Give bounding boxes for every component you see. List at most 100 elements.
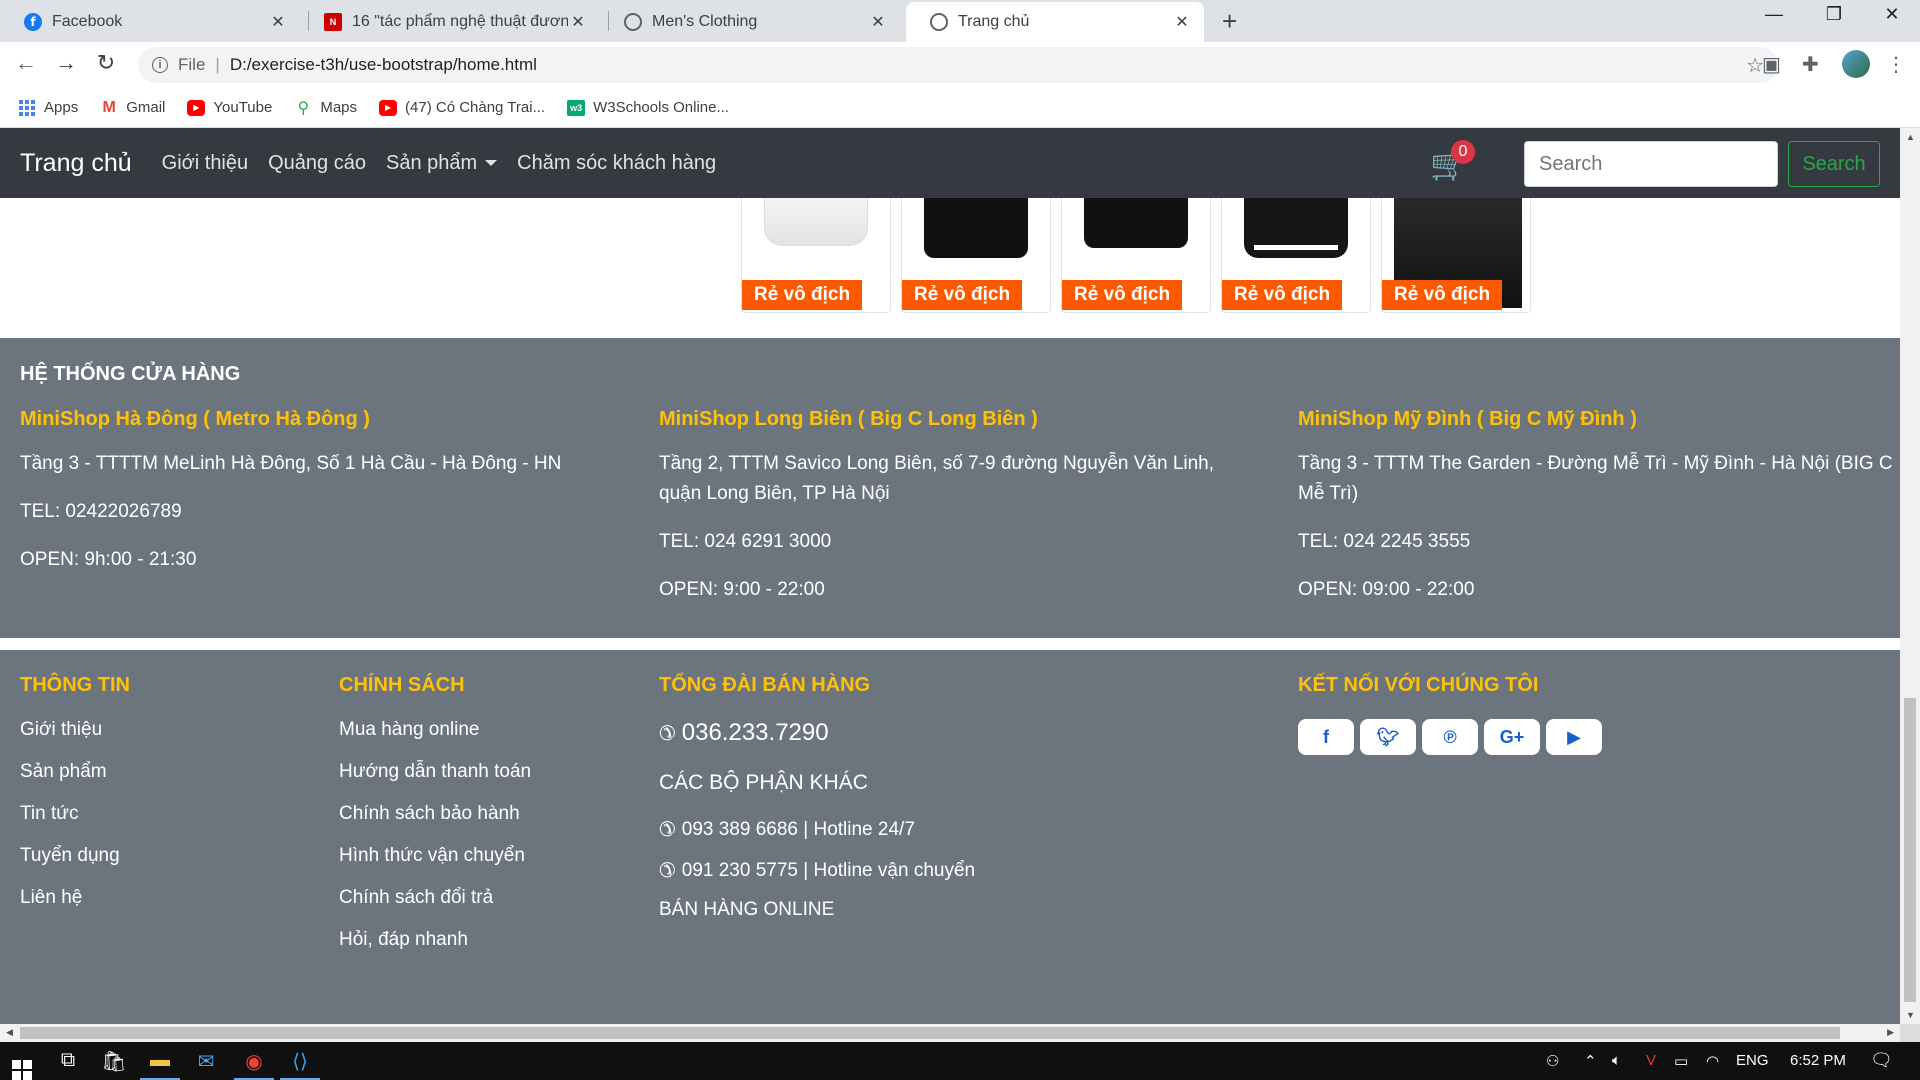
footer-link[interactable]: Hỏi, đáp nhanh (339, 929, 531, 951)
minimize-icon[interactable]: — (1754, 4, 1794, 25)
product-card[interactable]: Rẻ vô địch (901, 198, 1051, 313)
product-card[interactable]: Rẻ vô địch (1381, 198, 1531, 313)
product-card[interactable]: Rẻ vô địch (1061, 198, 1211, 313)
store-icon[interactable]: 🛍︎ (94, 1049, 134, 1074)
footer-heading: KẾT NỐI VỚI CHÚNG TÔI (1298, 674, 1539, 696)
store-address: Tầng 2, TTTM Savico Long Biên, số 7-9 đư… (659, 453, 1215, 504)
facebook-icon[interactable]: f (1298, 719, 1354, 755)
store-hours: OPEN: 9h:00 - 21:30 (20, 549, 197, 570)
browser-toolbar: ← → ↻ i File | D:/exercise-t3h/use-boots… (0, 42, 1920, 88)
footer-link[interactable]: Hình thức vận chuyển (339, 845, 531, 867)
bookmark-apps[interactable]: Apps (18, 99, 78, 116)
restore-icon[interactable]: ❐ (1814, 4, 1854, 25)
close-icon[interactable]: ✕ (868, 12, 888, 32)
navbar-brand[interactable]: Trang chủ (20, 149, 132, 178)
hotline-item[interactable]: ✆ 093 389 6686 | Hotline 24/7 (659, 817, 975, 842)
section-heading: HỆ THỐNG CỬA HÀNG (20, 363, 241, 385)
footer-link[interactable]: Giới thiệu (20, 719, 130, 741)
footer-link[interactable]: Tuyển dụng (20, 845, 130, 867)
extensions-icon[interactable]: ✚ (1802, 52, 1819, 77)
menu-kebab-icon[interactable]: ⋮ (1886, 52, 1906, 77)
bookmark-maps[interactable]: ⚲ Maps (294, 99, 357, 117)
bookmark-w3schools[interactable]: w3 W3Schools Online... (567, 99, 729, 116)
product-card[interactable]: Rẻ vô địch (1221, 198, 1371, 313)
footer-link[interactable]: Chính sách đổi trả (339, 887, 531, 909)
battery-icon[interactable]: ▭ (1674, 1052, 1688, 1070)
tab-facebook[interactable]: f Facebook ✕ (0, 2, 300, 42)
people-icon[interactable]: ⚇ (1546, 1052, 1559, 1070)
volume-icon[interactable]: 🔈︎ (1612, 1052, 1621, 1069)
back-icon[interactable]: ← (10, 50, 42, 76)
bookmark-gmail[interactable]: M Gmail (100, 99, 166, 117)
bookmark-label: (47) Có Chàng Trai... (405, 99, 546, 116)
footer-link[interactable]: Liên hệ (20, 887, 130, 909)
footer-link[interactable]: Hướng dẫn thanh toán (339, 761, 531, 783)
scroll-right-icon[interactable]: ▶ (1887, 1027, 1894, 1038)
scrollbar-thumb[interactable] (1904, 698, 1916, 1002)
antivirus-icon[interactable]: V (1646, 1052, 1656, 1069)
chrome-icon[interactable]: ◉ (234, 1049, 274, 1080)
clock[interactable]: 6:52 PM (1790, 1052, 1846, 1069)
language-indicator[interactable]: ENG (1736, 1052, 1769, 1069)
footer-link[interactable]: Tin tức (20, 803, 130, 825)
tab-article[interactable]: N 16 "tác phẩm nghệ thuật đương đ ✕ (300, 2, 600, 42)
nav-link-quang-cao[interactable]: Quảng cáo (268, 152, 366, 175)
product-image[interactable] (1084, 198, 1188, 248)
footer-link[interactable]: Sản phẩm (20, 761, 130, 783)
bookmark-label: Apps (44, 99, 79, 116)
nav-link-gioi-thieu[interactable]: Giới thiệu (162, 152, 248, 175)
youtube-icon[interactable]: ▶ (1546, 719, 1602, 755)
caret-down-icon (485, 160, 498, 167)
tab-mens-clothing[interactable]: Men's Clothing ✕ (600, 2, 900, 42)
footer-connect-column: KẾT NỐI VỚI CHÚNG TÔI f 🐦︎ ℗ G+ ▶ (1298, 674, 1608, 755)
product-image[interactable] (924, 198, 1028, 258)
reading-list-icon[interactable]: ▣ (1762, 52, 1781, 77)
start-button[interactable] (2, 1052, 42, 1080)
price-badge: Rẻ vô địch (902, 280, 1023, 310)
hotline-text: 093 389 6686 | Hotline 24/7 (681, 818, 915, 840)
nav-link-cham-soc[interactable]: Chăm sóc khách hàng (517, 152, 716, 175)
notifications-icon[interactable]: 🗨︎ (1870, 1050, 1893, 1071)
nav-link-san-pham[interactable]: Sản phẩm (386, 152, 498, 175)
footer-link[interactable]: Mua hàng online (339, 719, 531, 741)
footer-link[interactable]: Chính sách bảo hành (339, 803, 531, 825)
store-name: MiniShop Long Biên ( Big C Long Biên ) (659, 408, 1038, 430)
pinterest-icon[interactable]: ℗ (1422, 719, 1478, 755)
close-icon[interactable]: ✕ (568, 12, 588, 32)
search-button[interactable]: Search (1788, 141, 1880, 187)
google-plus-icon[interactable]: G+ (1484, 719, 1540, 755)
bookmark-youtube[interactable]: ▶ YouTube (187, 99, 272, 116)
tab-trang-chu[interactable]: Trang chủ ✕ (906, 2, 1204, 42)
profile-avatar[interactable] (1842, 50, 1870, 78)
reload-icon[interactable]: ↻ (90, 50, 122, 76)
sales-phone[interactable]: ✆ 036.233.7290 (659, 719, 975, 747)
wifi-icon[interactable]: ◠ (1706, 1052, 1719, 1070)
scroll-up-icon[interactable]: ▲ (1906, 132, 1915, 142)
horizontal-scrollbar[interactable]: ◀ ▶ (0, 1024, 1900, 1042)
store-item: MiniShop Hà Đông ( Metro Hà Đông ) Tầng … (20, 408, 620, 575)
scroll-down-icon[interactable]: ▼ (1906, 1010, 1915, 1020)
hotline-item[interactable]: ✆ 091 230 5775 | Hotline vận chuyển (659, 858, 975, 883)
twitter-icon[interactable]: 🐦︎ (1360, 719, 1416, 755)
vertical-scrollbar[interactable]: ▲ ▼ (1900, 128, 1920, 1024)
close-icon[interactable]: ✕ (1172, 12, 1192, 32)
vscode-icon[interactable]: ⟨⟩ (280, 1049, 320, 1080)
forward-icon[interactable]: → (50, 50, 82, 76)
file-explorer-icon[interactable]: ▬ (140, 1049, 180, 1080)
product-image[interactable] (1244, 198, 1348, 258)
search-input[interactable] (1524, 141, 1778, 187)
globe-icon (930, 13, 948, 31)
mail-icon[interactable]: ✉ (186, 1049, 226, 1074)
scroll-left-icon[interactable]: ◀ (6, 1027, 13, 1038)
new-tab-icon[interactable]: + (1222, 6, 1237, 37)
task-view-icon[interactable]: ⧉ (48, 1049, 88, 1072)
bookmark-video[interactable]: ▶ (47) Có Chàng Trai... (379, 99, 545, 116)
scrollbar-thumb[interactable] (20, 1027, 1840, 1039)
product-image[interactable] (764, 198, 868, 246)
info-icon[interactable]: i (152, 57, 168, 73)
address-bar[interactable]: i File | D:/exercise-t3h/use-bootstrap/h… (138, 47, 1778, 83)
chevron-up-icon[interactable]: ⌃ (1584, 1052, 1597, 1070)
close-icon[interactable]: ✕ (268, 12, 288, 32)
close-window-icon[interactable]: ✕ (1872, 4, 1912, 25)
product-card[interactable]: Rẻ vô địch (741, 198, 891, 313)
